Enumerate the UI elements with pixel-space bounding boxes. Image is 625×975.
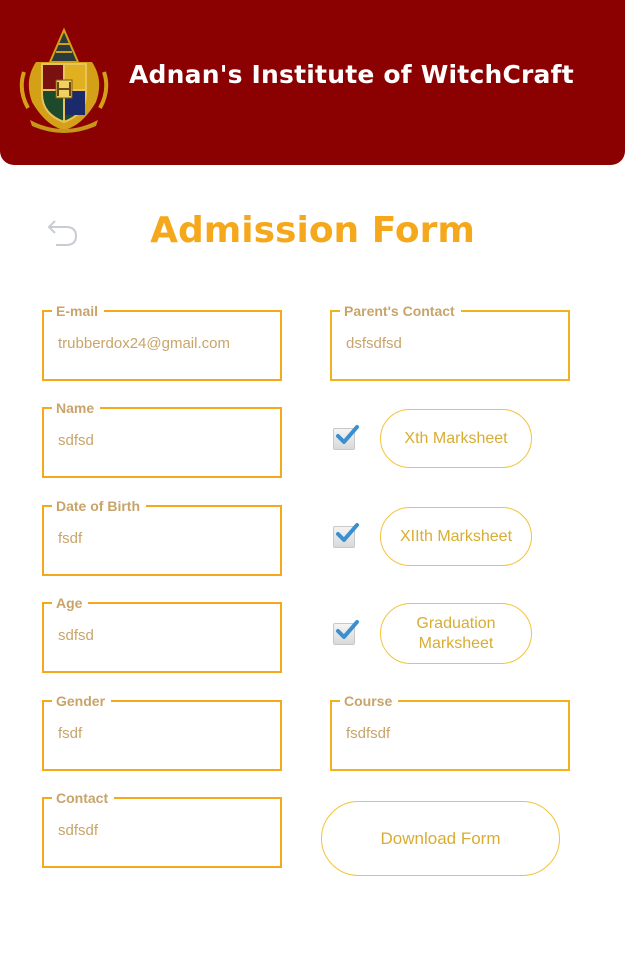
age-field: Age (42, 594, 282, 673)
age-label: Age (52, 594, 89, 612)
email-input[interactable] (58, 332, 268, 354)
name-label: Name (52, 399, 101, 417)
name-input[interactable] (58, 429, 268, 451)
xiith-marksheet-button[interactable]: XIIth Marksheet (380, 507, 532, 566)
xth-marksheet-button[interactable]: Xth Marksheet (380, 409, 532, 468)
course-input[interactable] (346, 722, 556, 744)
graduation-marksheet-checkbox[interactable] (333, 620, 359, 645)
course-label: Course (340, 692, 399, 710)
dob-field: Date of Birth (42, 497, 282, 576)
parents-contact-label: Parent's Contact (340, 302, 461, 320)
dob-label: Date of Birth (52, 497, 146, 515)
page-title: Admission Form (150, 210, 475, 251)
gender-input[interactable] (58, 722, 268, 744)
graduation-marksheet-button[interactable]: Graduation Marksheet (380, 603, 532, 664)
header-bar: Adnan's Institute of WitchCraft (0, 0, 625, 165)
xiith-marksheet-checkbox[interactable] (333, 523, 359, 548)
checkmark-icon (336, 523, 359, 542)
checkmark-icon (336, 620, 359, 639)
age-input[interactable] (58, 624, 268, 646)
checkmark-icon (336, 425, 359, 444)
xth-marksheet-checkbox[interactable] (333, 425, 359, 450)
name-field: Name (42, 399, 282, 478)
gender-field: Gender (42, 692, 282, 771)
gender-label: Gender (52, 692, 112, 710)
download-form-button[interactable]: Download Form (321, 801, 560, 876)
dob-input[interactable] (58, 527, 268, 549)
email-field: E-mail (42, 302, 282, 381)
contact-field: Contact (42, 789, 282, 868)
school-crest-logo (19, 27, 109, 133)
contact-input[interactable] (58, 819, 268, 841)
contact-label: Contact (52, 789, 115, 807)
parents-contact-field: Parent's Contact (330, 302, 570, 381)
email-label: E-mail (52, 302, 105, 320)
course-field: Course (330, 692, 570, 771)
parents-contact-input[interactable] (346, 332, 556, 354)
institute-title: Adnan's Institute of WitchCraft (129, 60, 574, 89)
